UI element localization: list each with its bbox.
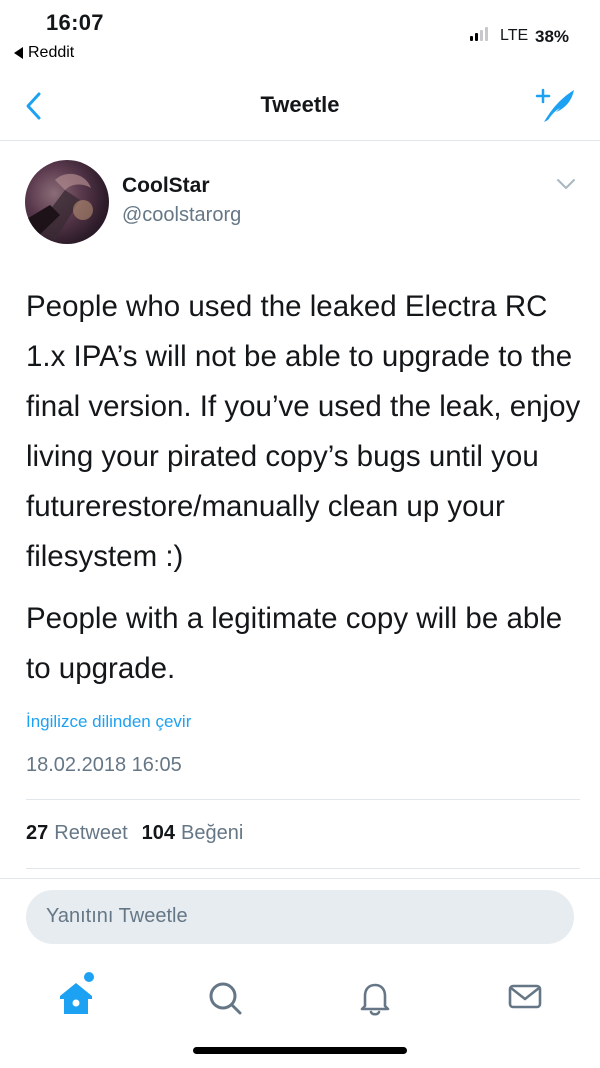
tweet-options-button[interactable] xyxy=(555,176,577,192)
battery-percent: 38% xyxy=(535,27,570,46)
retweet-label[interactable]: Retweet xyxy=(54,822,127,845)
reply-placeholder: Yanıtını Tweetle xyxy=(46,905,188,927)
author-handle[interactable]: @coolstarorg xyxy=(122,204,241,227)
home-icon xyxy=(60,972,94,1014)
tab-search[interactable] xyxy=(201,972,249,1020)
tab-notifications[interactable] xyxy=(351,972,399,1020)
tweet-stats: 27 Retweet 104 Beğeni xyxy=(26,822,257,845)
status-time: 16:07 xyxy=(46,10,104,35)
translate-link[interactable]: İngilizce dilinden çevir xyxy=(26,712,191,732)
back-app-label: Reddit xyxy=(28,44,75,61)
avatar[interactable] xyxy=(25,160,109,244)
nav-divider xyxy=(0,140,600,141)
home-indicator[interactable] xyxy=(193,1047,407,1054)
back-to-app-button[interactable]: Reddit xyxy=(14,44,74,62)
like-label[interactable]: Beğeni xyxy=(181,822,243,845)
tweet-text: People who used the leaked Electra RC 1.… xyxy=(26,282,581,694)
chevron-down-icon xyxy=(557,179,575,189)
tab-home[interactable] xyxy=(52,972,100,1020)
messages-icon xyxy=(508,984,542,1009)
tweet-paragraph: People with a legitimate copy will be ab… xyxy=(26,602,563,685)
compose-tweet-button[interactable] xyxy=(532,86,578,126)
stats-divider-bottom xyxy=(26,868,580,869)
tab-messages[interactable] xyxy=(501,972,549,1020)
stats-divider-top xyxy=(26,799,580,800)
author-name[interactable]: CoolStar xyxy=(122,174,210,198)
network-type: LTE xyxy=(500,27,529,44)
like-count[interactable]: 104 xyxy=(142,822,175,845)
search-icon xyxy=(209,982,242,1015)
reply-input[interactable]: Yanıtını Tweetle xyxy=(26,890,574,944)
retweet-count[interactable]: 27 xyxy=(26,822,48,845)
tweet-paragraph: People who used the leaked Electra RC 1.… xyxy=(26,290,581,573)
tweet-timestamp: 18.02.2018 16:05 xyxy=(26,754,182,776)
page-title: Tweetle xyxy=(260,92,340,117)
compose-tweet-icon xyxy=(535,88,574,122)
notifications-icon xyxy=(360,983,390,1016)
reply-divider xyxy=(0,878,600,879)
avatar-image xyxy=(25,173,93,244)
signal-strength-icon xyxy=(470,27,488,41)
back-triangle-icon xyxy=(14,47,23,59)
